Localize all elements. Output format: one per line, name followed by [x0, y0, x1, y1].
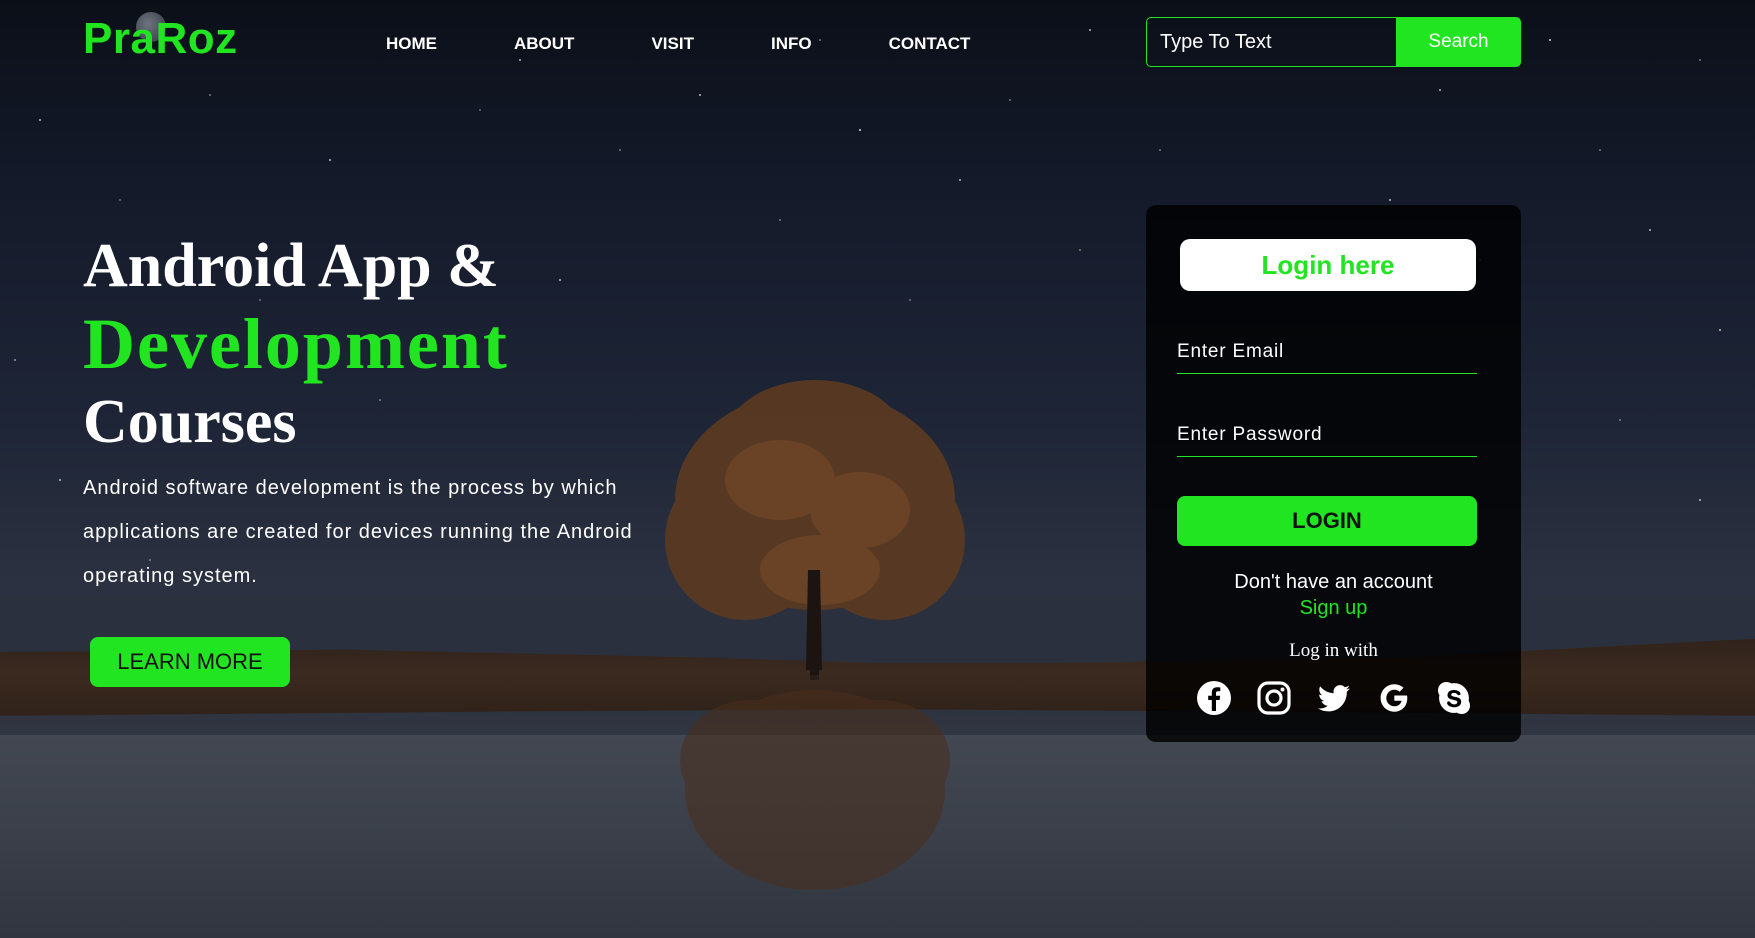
login-title: Login here: [1180, 239, 1476, 291]
google-icon[interactable]: [1376, 680, 1412, 716]
nav-info[interactable]: INFO: [771, 34, 812, 54]
site-header: PraRoz HOME ABOUT VISIT INFO CONTACT Sea…: [0, 0, 1755, 90]
hero-title: Android App & Development Courses: [83, 230, 509, 458]
main-nav: HOME ABOUT VISIT INFO CONTACT: [386, 34, 970, 54]
hero-title-highlight: Development: [83, 304, 509, 384]
skype-icon[interactable]: [1436, 680, 1472, 716]
nav-about[interactable]: ABOUT: [514, 34, 574, 54]
nav-visit[interactable]: VISIT: [651, 34, 694, 54]
search-button[interactable]: Search: [1396, 17, 1521, 67]
password-field[interactable]: [1177, 413, 1477, 457]
learn-more-button[interactable]: LEARN MORE: [90, 637, 290, 687]
hero-title-line3: Courses: [83, 388, 297, 456]
hero-description: Android software development is the proc…: [83, 477, 633, 587]
login-with-text: Log in with: [1289, 640, 1378, 661]
login-button[interactable]: LOGIN: [1177, 496, 1477, 546]
nav-home[interactable]: HOME: [386, 34, 437, 54]
brand-logo[interactable]: PraRoz: [83, 14, 238, 64]
nav-contact[interactable]: CONTACT: [889, 34, 971, 54]
twitter-icon[interactable]: [1316, 680, 1352, 716]
search-bar: Search: [1146, 17, 1521, 67]
facebook-icon[interactable]: [1196, 680, 1232, 716]
hero-title-line1: Android App &: [83, 232, 499, 300]
social-login-icons: [1196, 680, 1472, 716]
instagram-icon[interactable]: [1256, 680, 1292, 716]
no-account-text: Don't have an account: [1234, 571, 1433, 593]
lake-water: [0, 735, 1755, 938]
email-field[interactable]: [1177, 330, 1477, 374]
login-card: Login here LOGIN Don't have an account S…: [1146, 205, 1521, 742]
search-input[interactable]: [1146, 17, 1396, 67]
signup-link[interactable]: Sign up: [1146, 597, 1521, 620]
